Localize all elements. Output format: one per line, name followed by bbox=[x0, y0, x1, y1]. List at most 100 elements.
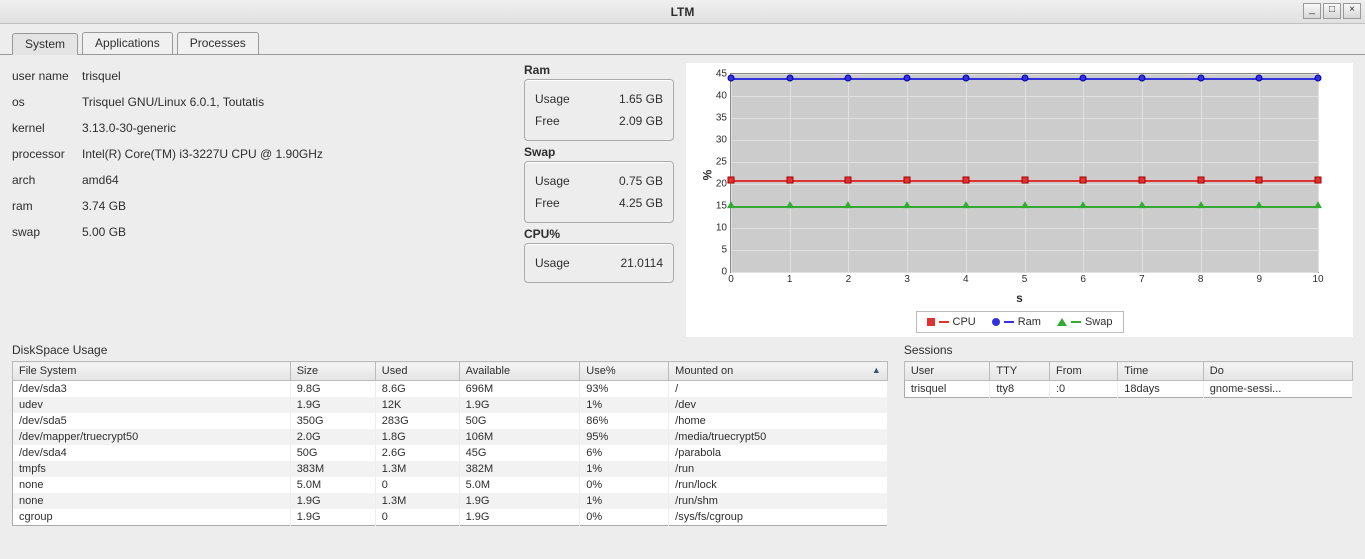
table-row[interactable]: none1.9G1.3M1.9G1%/run/shm bbox=[13, 493, 888, 509]
ram-free-value: 2.09 GB bbox=[619, 114, 663, 128]
table-row[interactable]: trisqueltty8:018daysgnome-sessi... bbox=[904, 381, 1352, 398]
ram-usage-label: Usage bbox=[535, 92, 570, 106]
close-button[interactable]: × bbox=[1343, 3, 1361, 19]
chart-point bbox=[728, 75, 735, 82]
sysinfo-row: archamd64 bbox=[12, 167, 512, 193]
chart-point bbox=[728, 176, 735, 183]
sessions-title: Sessions bbox=[904, 341, 1353, 361]
system-info: user nametrisquelosTrisquel GNU/Linux 6.… bbox=[12, 63, 512, 337]
swap-box: Usage0.75 GB Free4.25 GB bbox=[524, 161, 674, 223]
chart-point bbox=[1255, 201, 1263, 208]
swap-free-label: Free bbox=[535, 196, 560, 210]
window-title: LTM bbox=[671, 5, 695, 19]
chart-point bbox=[1256, 176, 1263, 183]
table-row[interactable]: /dev/mapper/truecrypt502.0G1.8G106M95%/m… bbox=[13, 429, 888, 445]
chart-point bbox=[786, 201, 794, 208]
table-row[interactable]: /dev/sda39.8G8.6G696M93%/ bbox=[13, 381, 888, 398]
tab-processes[interactable]: Processes bbox=[177, 32, 259, 54]
cpu-usage-label: Usage bbox=[535, 256, 570, 270]
disk-table[interactable]: File SystemSizeUsedAvailableUse%Mounted … bbox=[12, 361, 888, 526]
sessions-table[interactable]: UserTTYFromTimeDo trisqueltty8:018daysgn… bbox=[904, 361, 1353, 398]
minimize-button[interactable]: _ bbox=[1303, 3, 1321, 19]
legend-item: CPU bbox=[927, 316, 976, 328]
chart-point bbox=[1197, 176, 1204, 183]
table-row[interactable]: cgroup1.9G01.9G0%/sys/fs/cgroup bbox=[13, 509, 888, 526]
ram-box: Usage 1.65 GB Free 2.09 GB bbox=[524, 79, 674, 141]
swap-usage-value: 0.75 GB bbox=[619, 174, 663, 188]
disk-col-header[interactable]: Size bbox=[290, 362, 375, 381]
cpu-box: Usage 21.0114 bbox=[524, 243, 674, 283]
chart-point bbox=[904, 176, 911, 183]
sysinfo-row: user nametrisquel bbox=[12, 63, 512, 89]
titlebar[interactable]: LTM _ □ × bbox=[0, 0, 1365, 24]
chart-point bbox=[1021, 201, 1029, 208]
disk-title: DiskSpace Usage bbox=[12, 341, 888, 361]
swap-free-value: 4.25 GB bbox=[619, 196, 663, 210]
chart-point bbox=[962, 75, 969, 82]
table-row[interactable]: tmpfs383M1.3M382M1%/run bbox=[13, 461, 888, 477]
chart-point bbox=[962, 201, 970, 208]
chart-plot-area: 051015202530354045 012345678910 bbox=[730, 73, 1319, 273]
chart-point bbox=[903, 201, 911, 208]
disk-col-header[interactable]: Mounted on▲ bbox=[669, 362, 888, 381]
ram-title: Ram bbox=[524, 63, 674, 77]
disk-col-header[interactable]: File System bbox=[13, 362, 291, 381]
window-controls: _ □ × bbox=[1303, 3, 1361, 19]
sessions-col-header[interactable]: User bbox=[904, 362, 990, 381]
sessions-panel: Sessions UserTTYFromTimeDo trisqueltty8:… bbox=[904, 341, 1353, 551]
tab-applications[interactable]: Applications bbox=[82, 32, 173, 54]
disk-panel: DiskSpace Usage File SystemSizeUsedAvail… bbox=[12, 341, 888, 551]
content-area: user nametrisquelosTrisquel GNU/Linux 6.… bbox=[0, 55, 1365, 559]
table-row[interactable]: none5.0M05.0M0%/run/lock bbox=[13, 477, 888, 493]
sessions-col-header[interactable]: Do bbox=[1203, 362, 1352, 381]
sysinfo-label: kernel bbox=[12, 121, 82, 135]
swap-metric: Swap Usage0.75 GB Free4.25 GB bbox=[524, 145, 674, 223]
chart-point bbox=[1314, 201, 1322, 208]
chart-point bbox=[904, 75, 911, 82]
sysinfo-label: processor bbox=[12, 147, 82, 161]
app-window: LTM _ □ × SystemApplicationsProcesses us… bbox=[0, 0, 1365, 559]
sysinfo-value: Intel(R) Core(TM) i3-3227U CPU @ 1.90GHz bbox=[82, 147, 323, 161]
legend-item: Swap bbox=[1057, 316, 1113, 328]
sessions-col-header[interactable]: From bbox=[1049, 362, 1117, 381]
sysinfo-row: ram3.74 GB bbox=[12, 193, 512, 219]
chart-point bbox=[1080, 75, 1087, 82]
disk-col-header[interactable]: Available bbox=[459, 362, 580, 381]
chart-point bbox=[727, 201, 735, 208]
sysinfo-value: 5.00 GB bbox=[82, 225, 126, 239]
disk-col-header[interactable]: Used bbox=[375, 362, 459, 381]
sysinfo-label: ram bbox=[12, 199, 82, 213]
sysinfo-label: arch bbox=[12, 173, 82, 187]
chart-point bbox=[1138, 176, 1145, 183]
ram-free-label: Free bbox=[535, 114, 560, 128]
ram-usage-value: 1.65 GB bbox=[619, 92, 663, 106]
chart-point bbox=[1197, 75, 1204, 82]
table-row[interactable]: /dev/sda450G2.6G45G6%/parabola bbox=[13, 445, 888, 461]
tab-system[interactable]: System bbox=[12, 33, 78, 55]
top-row: user nametrisquelosTrisquel GNU/Linux 6.… bbox=[12, 63, 1353, 337]
sysinfo-row: osTrisquel GNU/Linux 6.0.1, Toutatis bbox=[12, 89, 512, 115]
tab-bar: SystemApplicationsProcesses bbox=[0, 24, 1365, 55]
cpu-usage-value: 21.0114 bbox=[621, 256, 664, 270]
table-row[interactable]: /dev/sda5350G283G50G86%/home bbox=[13, 413, 888, 429]
sessions-col-header[interactable]: Time bbox=[1118, 362, 1204, 381]
disk-col-header[interactable]: Use% bbox=[580, 362, 669, 381]
maximize-button[interactable]: □ bbox=[1323, 3, 1341, 19]
metrics-column: Ram Usage 1.65 GB Free 2.09 GB Swap Usage 0… bbox=[524, 63, 674, 337]
sysinfo-value: trisquel bbox=[82, 69, 121, 83]
sysinfo-label: user name bbox=[12, 69, 82, 83]
sysinfo-row: kernel3.13.0-30-generic bbox=[12, 115, 512, 141]
table-row[interactable]: udev1.9G12K1.9G1%/dev bbox=[13, 397, 888, 413]
chart-point bbox=[1315, 176, 1322, 183]
swap-title: Swap bbox=[524, 145, 674, 159]
chart-point bbox=[786, 75, 793, 82]
cpu-metric: CPU% Usage21.0114 bbox=[524, 227, 674, 283]
sessions-col-header[interactable]: TTY bbox=[990, 362, 1050, 381]
chart-point bbox=[962, 176, 969, 183]
legend-item: Ram bbox=[992, 316, 1041, 328]
chart-point bbox=[1079, 201, 1087, 208]
sysinfo-label: swap bbox=[12, 225, 82, 239]
sysinfo-row: swap5.00 GB bbox=[12, 219, 512, 245]
ram-metric: Ram Usage 1.65 GB Free 2.09 GB bbox=[524, 63, 674, 141]
chart-point bbox=[1021, 75, 1028, 82]
